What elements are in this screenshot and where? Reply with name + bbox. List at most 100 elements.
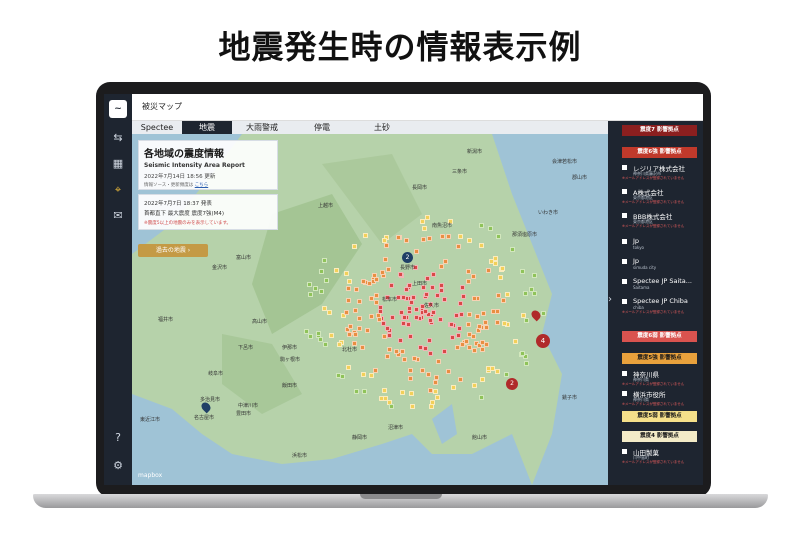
intensity-marker [363,233,368,238]
intensity-marker [387,333,392,338]
intensity-marker [461,294,466,299]
intensity-marker [489,259,494,264]
intensity-marker [379,396,384,401]
disaster-map[interactable]: 新潟市 三条市 長岡市 南魚沼市 上越市 会津若松市 郡山市 いわき市 那須塩原… [132,134,608,485]
help-icon[interactable]: ? [104,428,132,448]
intensity-marker [475,314,480,319]
intensity-marker [353,308,358,313]
intensity-marker [352,244,357,249]
intensity-marker [354,389,359,394]
intensity-marker [431,272,436,277]
page-headline: 地震発生時の情報表示例 [218,28,582,66]
intensity-marker [313,286,318,291]
intensity-marker [401,295,406,300]
intensity-marker [390,315,395,320]
intensity-marker [450,335,455,340]
chevron-right-icon[interactable]: › [608,294,612,305]
badge-intensity-6-lower[interactable]: 震度6弱 影響拠点 [622,331,697,342]
grid-icon[interactable]: ▦ [104,154,132,174]
cluster-marker[interactable]: 2 [402,252,413,263]
city-label: 富山市 [236,255,252,261]
city-label: 館山市 [472,435,488,441]
intensity-marker [346,286,351,291]
intensity-marker [365,328,370,333]
intensity-marker [532,273,537,278]
intensity-marker [433,380,438,385]
intensity-marker [347,332,352,337]
checkbox[interactable] [622,449,627,454]
app-logo[interactable]: ~ [109,100,127,118]
intensity-marker [431,310,436,315]
app-title: 被災マップ [142,102,182,111]
info-card-source-link[interactable]: こちら [195,183,209,188]
location-pin-icon[interactable]: ⌖ [104,180,132,200]
intensity-marker [484,325,489,330]
city-label: 南魚沼市 [432,223,453,229]
intensity-marker [479,243,484,248]
intensity-marker [446,234,451,239]
intensity-marker [460,285,465,290]
intensity-marker [357,316,362,321]
intensity-marker [479,223,484,228]
city-label: 長岡市 [412,185,428,191]
city-label: 長野市 [400,265,416,271]
mail-icon[interactable]: ✉ [104,206,132,226]
intensity-marker [439,283,444,288]
intensity-marker [414,315,419,320]
badge-intensity-7[interactable]: 震度7 影響拠点 [622,125,697,136]
badge-intensity-5-lower[interactable]: 震度5弱 影響拠点 [622,411,697,422]
checkbox[interactable] [622,371,627,376]
badge-intensity-4[interactable]: 震度4 影響拠点 [622,431,697,442]
app-screen: ~ ⇆ ▦ ⌖ ✉ ? ⚙ 被災マップ Spectee 地震 大雨警戒 停電 土… [104,94,703,485]
city-label: いわき市 [538,210,559,216]
intensity-marker [384,243,389,248]
intensity-marker [504,372,509,377]
intensity-marker [496,234,501,239]
badge-intensity-6-upper[interactable]: 震度6強 影響拠点 [622,147,697,158]
intensity-marker [495,369,500,374]
intensity-marker [346,365,351,370]
badge-intensity-5-upper[interactable]: 震度5強 影響拠点 [622,353,697,364]
intensity-marker [414,307,419,312]
checkbox[interactable] [622,189,627,194]
checkbox[interactable] [622,239,627,244]
intensity-marker [412,356,417,361]
intensity-marker [396,235,401,240]
intensity-marker [420,219,425,224]
checkbox[interactable] [622,279,627,284]
route-icon[interactable]: ⇆ [104,128,132,148]
checkbox[interactable] [622,391,627,396]
intensity-marker [323,342,328,347]
intensity-marker [524,361,529,366]
intensity-marker [483,320,488,325]
gear-icon[interactable]: ⚙ [104,456,132,476]
intensity-marker [369,314,374,319]
intensity-marker [307,282,312,287]
city-label: 北杜市 [342,347,358,353]
city-label: 銚子市 [562,395,578,401]
cluster-marker[interactable]: 2 [506,378,518,390]
checkbox[interactable] [622,259,627,264]
city-label: 東近江市 [140,417,161,423]
tab-earthquake[interactable]: 地震 [182,121,232,134]
intensity-marker [451,385,456,390]
past-quakes-button[interactable]: 過去の地震 › [138,244,208,257]
intensity-marker [471,334,476,339]
intensity-marker [466,279,471,284]
intensity-marker [520,269,525,274]
checkbox[interactable] [622,299,627,304]
tab-landslide[interactable]: 土砂 [352,121,412,134]
tab-heavy-rain[interactable]: 大雨警戒 [232,121,292,134]
intensity-marker [472,296,477,301]
tab-spectee[interactable]: Spectee [132,121,182,134]
city-label: 名古屋市 [194,415,215,421]
intensity-marker [421,237,426,242]
intensity-marker [406,322,411,327]
intensity-marker [480,377,485,382]
tab-power-outage[interactable]: 停電 [292,121,352,134]
intensity-marker [458,234,463,239]
intensity-marker [456,244,461,249]
cluster-marker[interactable]: 4 [536,334,550,348]
checkbox[interactable] [622,165,627,170]
checkbox[interactable] [622,213,627,218]
